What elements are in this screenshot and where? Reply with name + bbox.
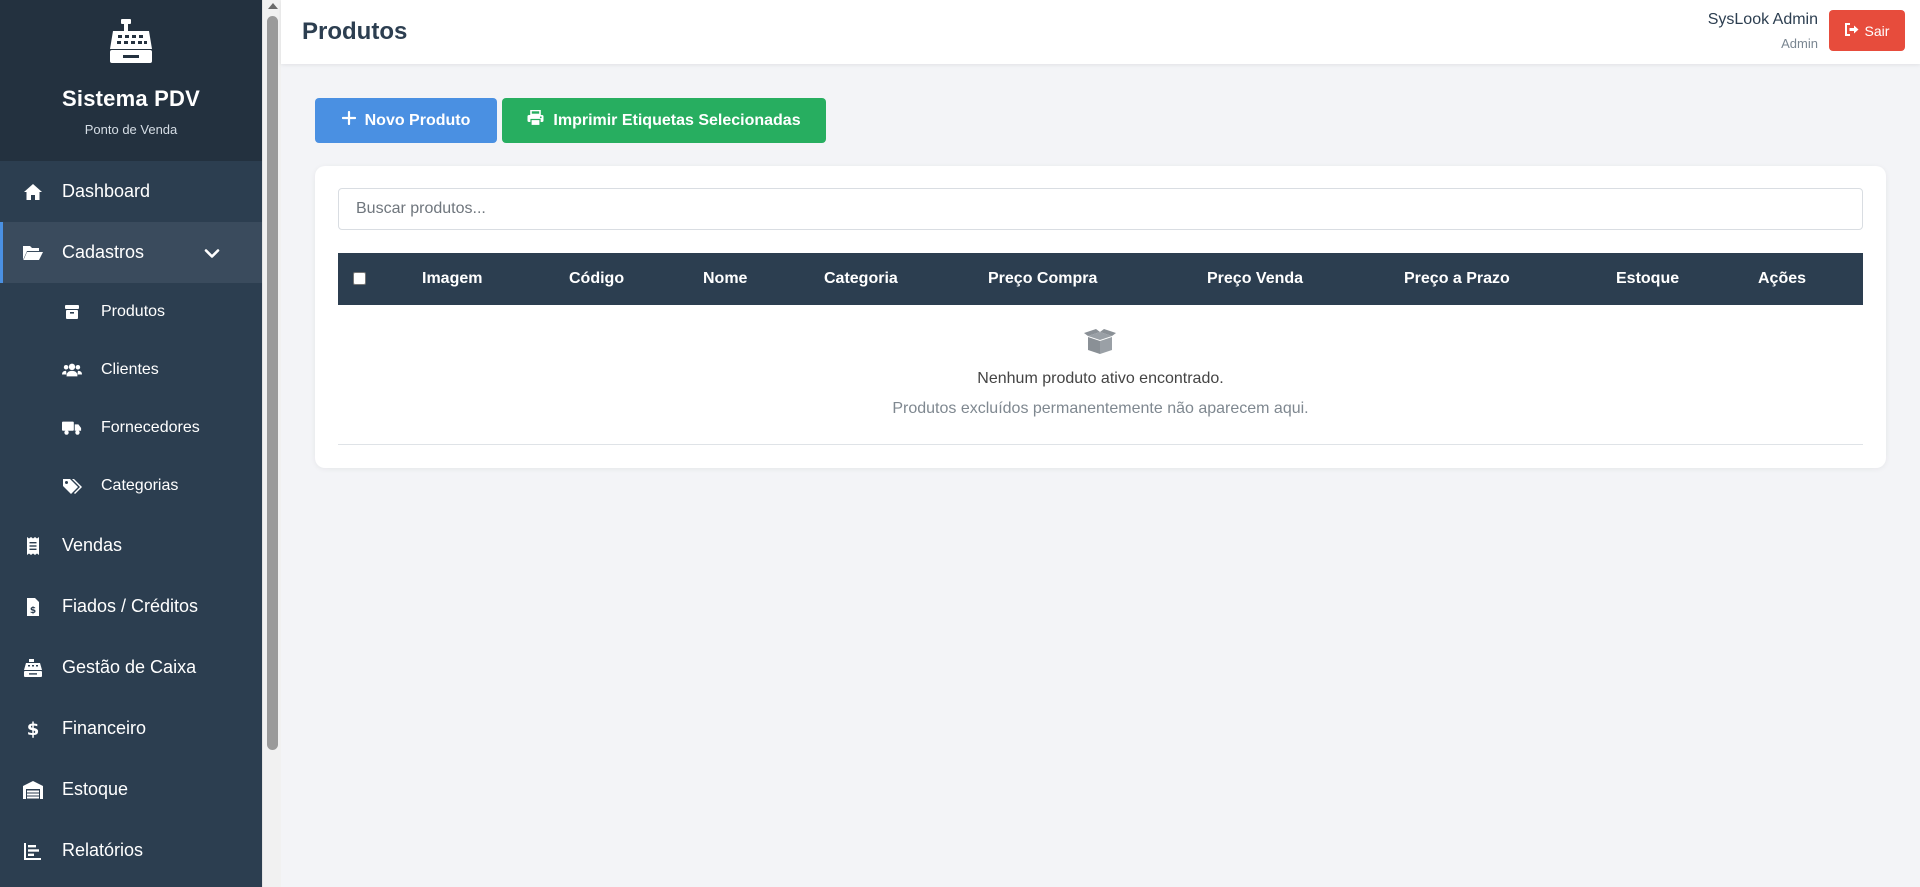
table-divider <box>338 444 1863 445</box>
new-product-label: Novo Produto <box>364 111 471 129</box>
sidebar-item-label: Vendas <box>62 535 123 555</box>
brand: Sistema PDV Ponto de Venda <box>0 0 262 161</box>
sidebar-item-caixa[interactable]: Gestão de Caixa <box>0 637 262 698</box>
dollar-icon: $ <box>22 718 44 740</box>
sidebar-item-dashboard[interactable]: Dashboard <box>0 161 262 222</box>
cash-register-icon <box>107 18 155 66</box>
users-icon <box>62 360 82 380</box>
empty-message: Nenhum produto ativo encontrado. <box>977 370 1224 387</box>
column-header-categoria[interactable]: Categoria <box>824 253 898 305</box>
sidebar-subitem-fornecedores[interactable]: Fornecedores <box>0 399 262 457</box>
table-header: Imagem Código Nome Categoria Preço Compr… <box>338 253 1863 305</box>
sidebar-nav: Dashboard Cadastros Produtos Clientes Fo… <box>0 161 262 881</box>
cash-register-icon <box>22 657 44 679</box>
sidebar-item-label: Estoque <box>62 779 129 799</box>
sidebar: Sistema PDV Ponto de Venda Dashboard Cad… <box>0 0 262 887</box>
page-title: Produtos <box>302 18 408 45</box>
search-input[interactable] <box>338 188 1863 230</box>
column-header-imagem[interactable]: Imagem <box>422 253 482 305</box>
receipt-icon <box>22 535 44 557</box>
sidebar-item-estoque[interactable]: Estoque <box>0 759 262 820</box>
box-open-icon <box>1084 328 1116 359</box>
logout-button[interactable]: Sair <box>1829 10 1905 51</box>
invoice-dollar-icon: $ <box>22 596 44 618</box>
top-header: Produtos SysLook Admin Admin Sair <box>281 0 1920 64</box>
column-header-acoes[interactable]: Ações <box>1758 253 1806 305</box>
sign-out-icon <box>1844 22 1859 39</box>
chevron-down-icon <box>204 242 220 263</box>
column-header-preco-compra[interactable]: Preço Compra <box>988 253 1097 305</box>
sidebar-item-label: Financeiro <box>62 718 147 738</box>
sidebar-subitem-produtos[interactable]: Produtos <box>0 283 262 341</box>
user-name: SysLook Admin <box>1707 11 1818 28</box>
svg-text:$: $ <box>27 719 39 739</box>
sidebar-subitem-label: Produtos <box>101 303 166 320</box>
brand-subtitle: Ponto de Venda <box>84 122 178 137</box>
bar-chart-icon <box>22 840 44 862</box>
sidebar-item-label: Gestão de Caixa <box>62 657 197 677</box>
svg-text:$: $ <box>30 606 36 616</box>
toolbar: Novo Produto Imprimir Etiquetas Selecion… <box>315 98 826 143</box>
folder-open-icon <box>22 242 44 264</box>
sidebar-item-label: Dashboard <box>62 181 151 201</box>
sidebar-subitem-label: Fornecedores <box>101 419 200 436</box>
brand-title: Sistema PDV <box>62 86 200 111</box>
plus-icon <box>341 110 356 130</box>
column-header-estoque[interactable]: Estoque <box>1616 253 1679 305</box>
sidebar-subitem-categorias[interactable]: Categorias <box>0 457 262 515</box>
warehouse-icon <box>22 779 44 801</box>
column-header-preco-prazo[interactable]: Preço a Prazo <box>1404 253 1510 305</box>
sidebar-item-financeiro[interactable]: $ Financeiro <box>0 698 262 759</box>
column-header-nome[interactable]: Nome <box>703 253 747 305</box>
tags-icon <box>62 476 82 496</box>
print-icon <box>527 109 544 131</box>
sidebar-item-relatorios[interactable]: Relatórios <box>0 820 262 881</box>
sidebar-item-vendas[interactable]: Vendas <box>0 515 262 576</box>
home-icon <box>22 181 44 203</box>
column-header-preco-venda[interactable]: Preço Venda <box>1207 253 1303 305</box>
sidebar-item-label: Cadastros <box>62 242 145 262</box>
empty-hint: Produtos excluídos permanentemente não a… <box>892 400 1309 417</box>
select-all-checkbox[interactable] <box>353 272 366 285</box>
scroll-up-arrow[interactable] <box>268 3 278 9</box>
sidebar-item-cadastros[interactable]: Cadastros <box>0 222 262 283</box>
print-labels-label: Imprimir Etiquetas Selecionadas <box>553 111 801 129</box>
sidebar-subitem-label: Clientes <box>101 361 159 378</box>
products-card: Imagem Código Nome Categoria Preço Compr… <box>315 166 1886 468</box>
user-info: SysLook Admin Admin <box>1708 11 1818 51</box>
sidebar-scrollbar[interactable] <box>262 0 281 887</box>
truck-icon <box>62 418 82 438</box>
print-labels-button[interactable]: Imprimir Etiquetas Selecionadas <box>502 98 826 143</box>
scroll-thumb[interactable] <box>267 16 278 750</box>
box-icon <box>62 302 82 322</box>
column-header-codigo[interactable]: Código <box>569 253 624 305</box>
sidebar-item-fiados[interactable]: $ Fiados / Créditos <box>0 576 262 637</box>
user-role: Admin <box>1781 36 1818 51</box>
sidebar-item-label: Relatórios <box>62 840 144 860</box>
logout-label: Sair <box>1864 22 1890 39</box>
sidebar-subitem-clientes[interactable]: Clientes <box>0 341 262 399</box>
sidebar-subitem-label: Categorias <box>101 477 179 494</box>
new-product-button[interactable]: Novo Produto <box>315 98 497 143</box>
sidebar-item-label: Fiados / Créditos <box>62 596 199 616</box>
